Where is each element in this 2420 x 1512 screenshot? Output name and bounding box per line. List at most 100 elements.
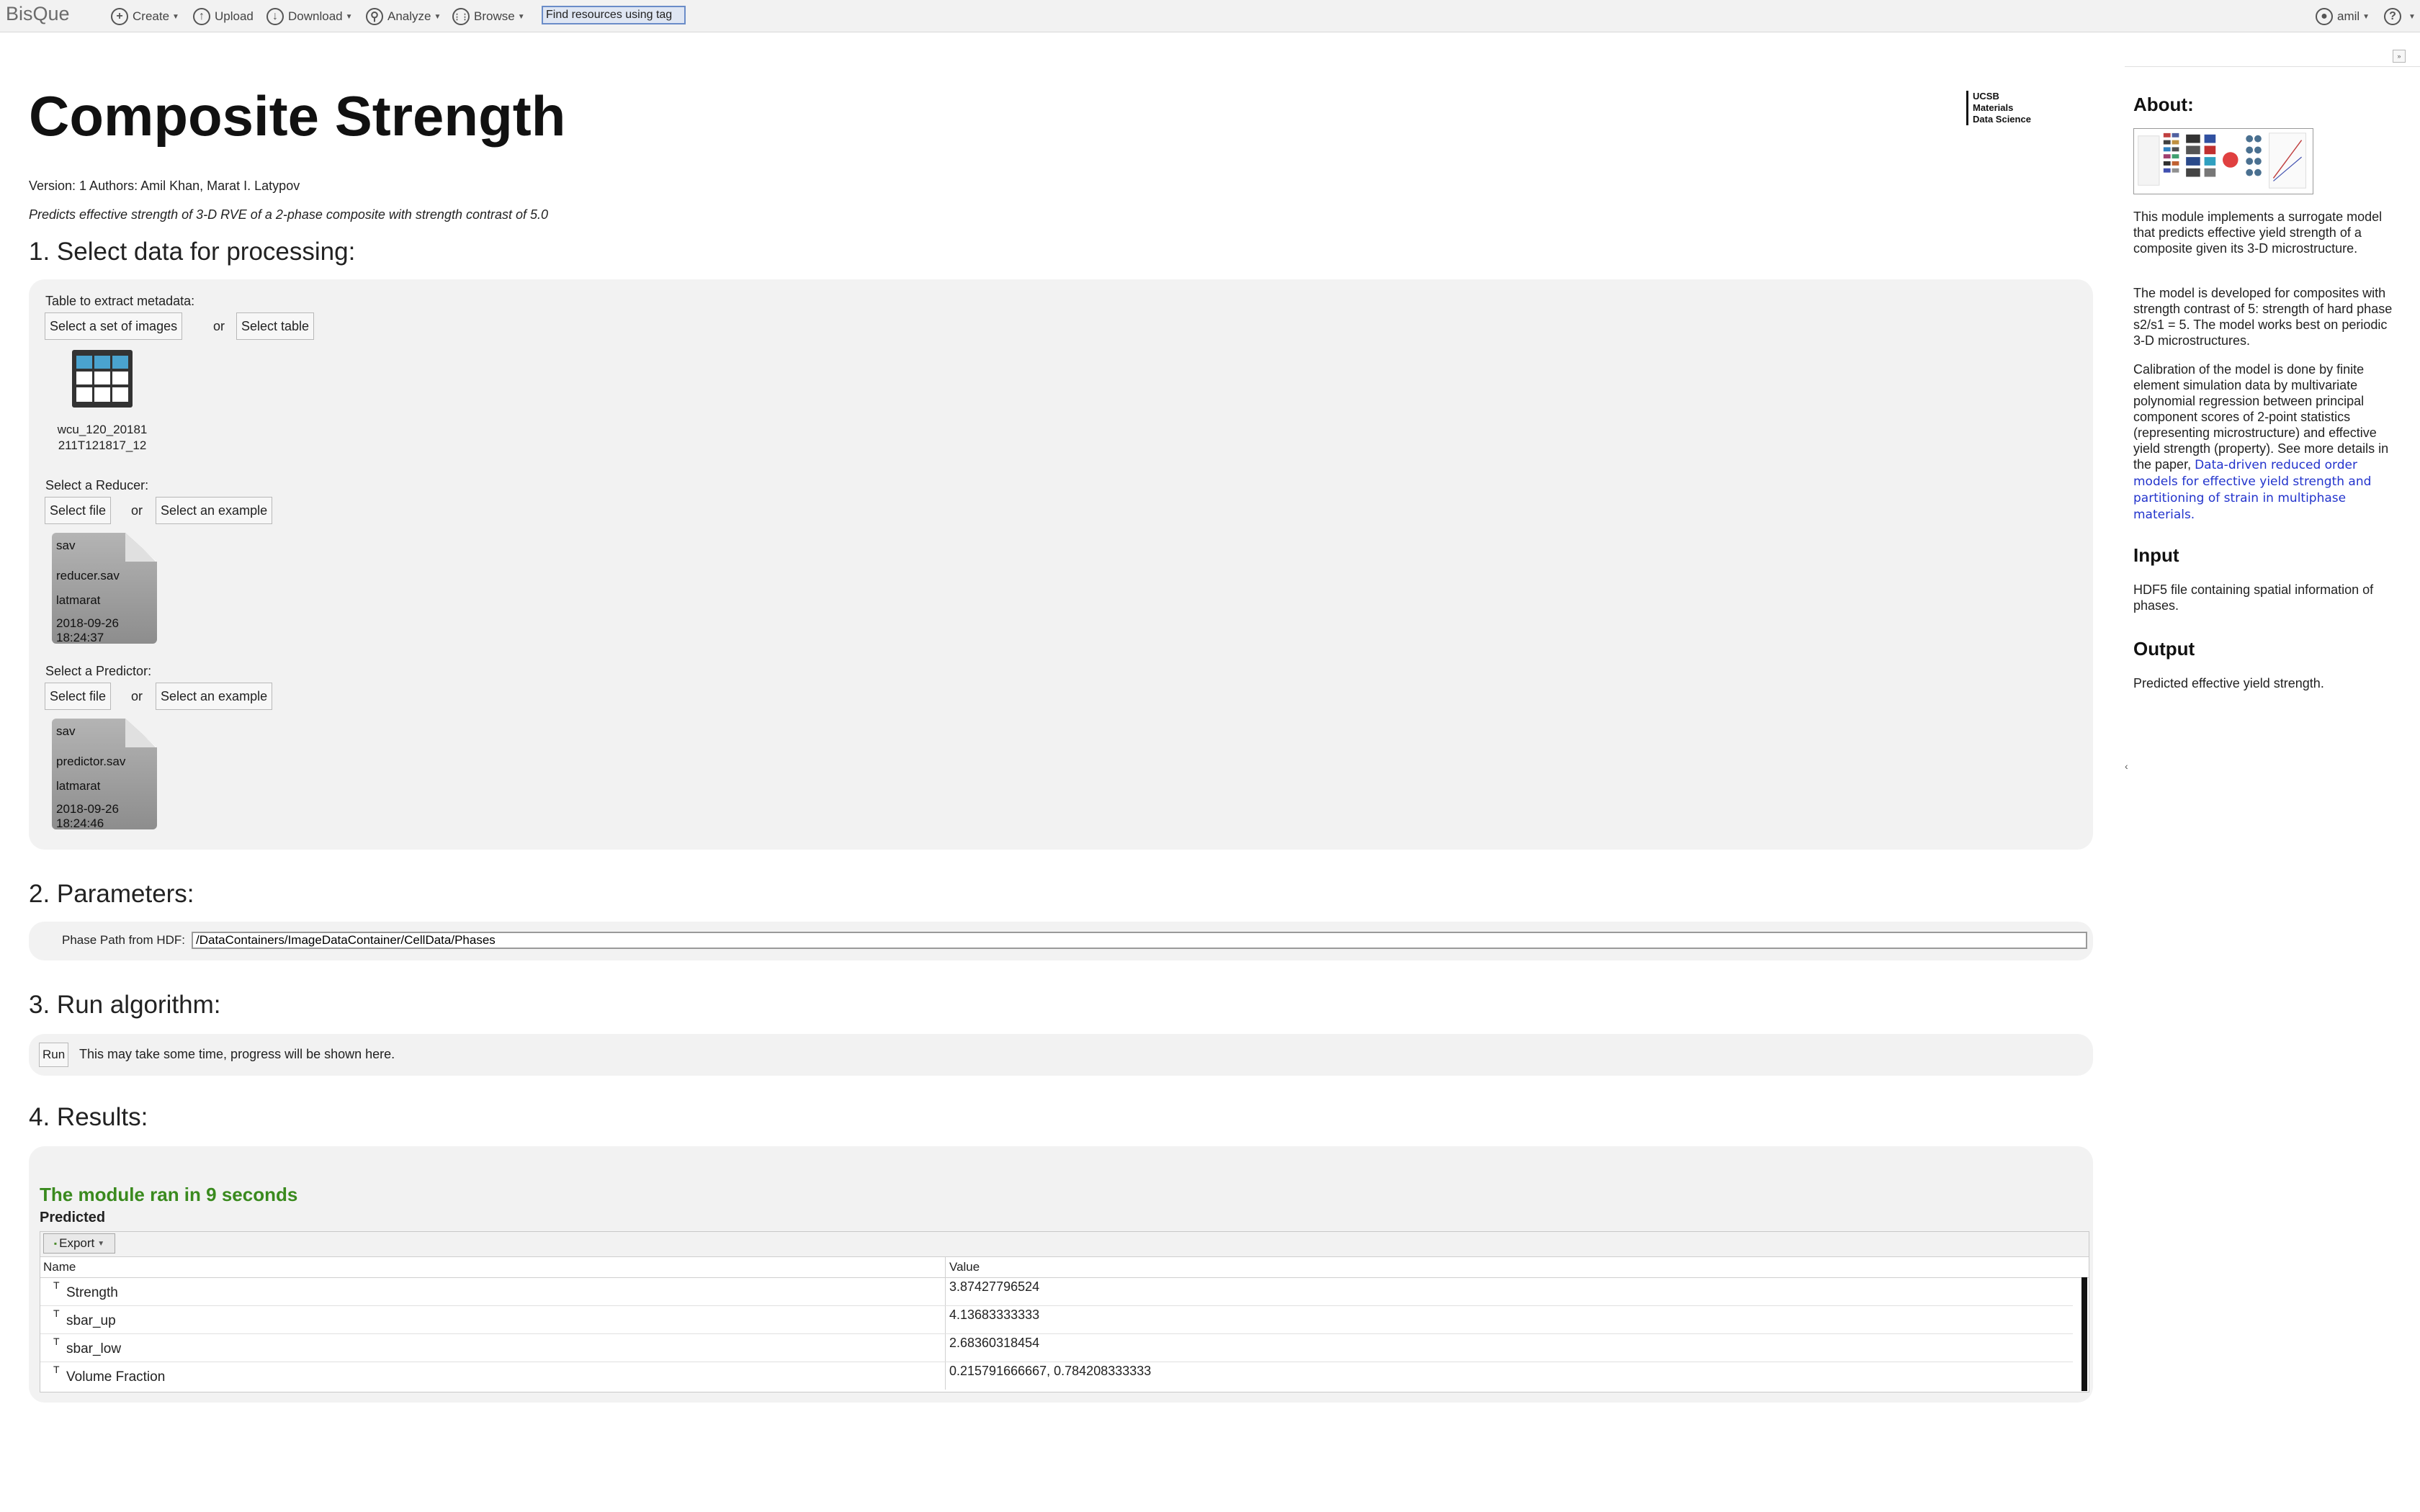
- export-label: Export: [59, 1236, 95, 1250]
- about-sidebar: » ‹ About: This module implements a surr…: [2125, 32, 2420, 1512]
- column-divider: [945, 1306, 946, 1333]
- about-paragraph-text: Calibration of the model is done by fini…: [2133, 362, 2389, 472]
- caret-down-icon: ▼: [2408, 12, 2416, 21]
- table-row[interactable]: T sbar_up 4.13683333333: [40, 1306, 2073, 1334]
- logo-line: UCSB: [1973, 91, 1999, 102]
- file-name: reducer.sav: [56, 569, 120, 582]
- help-menu[interactable]: ? ▼: [2384, 6, 2416, 27]
- predicted-table-title: Predicted: [40, 1210, 106, 1225]
- analyze-menu[interactable]: ⚲ Analyze ▼: [366, 6, 441, 27]
- about-heading: About:: [2133, 94, 2194, 115]
- row-name: Strength: [66, 1285, 118, 1300]
- column-divider: [945, 1278, 946, 1305]
- input-description: HDF5 file containing spatial information…: [2133, 582, 2374, 613]
- file-date: 2018-09-26: [56, 616, 119, 630]
- output-heading: Output: [2133, 638, 2195, 660]
- user-icon: ●: [2316, 8, 2333, 25]
- upload-button[interactable]: ↑ Upload: [193, 6, 254, 27]
- caret-down-icon: ▼: [172, 12, 179, 21]
- or-label: or: [131, 503, 143, 518]
- or-label: or: [131, 689, 143, 703]
- page-fold-icon: [125, 533, 157, 562]
- export-icon: ▪: [53, 1238, 58, 1248]
- about-thumbnail-image[interactable]: [2133, 128, 2313, 194]
- reducer-select-file-button[interactable]: Select file: [45, 497, 112, 524]
- user-menu[interactable]: ● amil ▼: [2316, 6, 2370, 27]
- column-header-name[interactable]: Name: [43, 1260, 76, 1274]
- input-heading: Input: [2133, 544, 2179, 566]
- page-fold-icon: [125, 719, 157, 747]
- about-paragraph: The model is developed for composites wi…: [2133, 286, 2393, 348]
- analyze-label: Analyze: [387, 9, 431, 23]
- section-parameters-title: 2. Parameters:: [29, 880, 194, 908]
- module-description: Predicts effective strength of 3-D RVE o…: [29, 207, 549, 222]
- export-button[interactable]: ▪ Export ▼: [43, 1233, 115, 1254]
- page-title: Composite Strength: [29, 84, 566, 148]
- grid-header: Name Value: [40, 1257, 2089, 1278]
- reducer-file-card[interactable]: sav reducer.sav latmarat 2018-09-26 18:2…: [52, 533, 157, 644]
- table-thumbnail-name: wcu_120_20181 211T121817_12: [45, 422, 160, 454]
- file-time: 18:24:37: [56, 631, 104, 644]
- parameters-panel: Phase Path from HDF:: [29, 922, 2093, 960]
- file-ext: sav: [56, 539, 76, 552]
- bisque-logo[interactable]: BisQue: [6, 3, 70, 25]
- caret-down-icon: ▼: [517, 12, 525, 21]
- row-name: Volume Fraction: [66, 1369, 166, 1385]
- section-results-title: 4. Results:: [29, 1103, 148, 1131]
- phase-path-input[interactable]: [192, 932, 2087, 949]
- grid-scrollbar[interactable]: [2081, 1277, 2087, 1391]
- text-type-icon: T: [53, 1364, 60, 1375]
- logo-line: Data Science: [1973, 114, 2031, 125]
- table-row[interactable]: T Strength 3.87427796524: [40, 1278, 2073, 1306]
- upload-icon: ↑: [193, 8, 210, 25]
- grid-icon: ⋮⋮: [452, 8, 470, 25]
- browse-menu[interactable]: ⋮⋮ Browse ▼: [452, 6, 525, 27]
- text-type-icon: T: [53, 1308, 60, 1319]
- run-status-message: The module ran in 9 seconds: [40, 1184, 298, 1205]
- section-run-title: 3. Run algorithm:: [29, 991, 221, 1019]
- file-owner: latmarat: [56, 779, 101, 793]
- table-row[interactable]: T sbar_low 2.68360318454: [40, 1334, 2073, 1362]
- sidebar-splitter-handle[interactable]: ‹: [2125, 760, 2128, 772]
- column-header-value[interactable]: Value: [949, 1260, 980, 1274]
- text-type-icon: T: [53, 1279, 60, 1291]
- caret-down-icon: ▼: [345, 12, 353, 21]
- download-label: Download: [288, 9, 343, 23]
- about-paragraph: Calibration of the model is done by fini…: [2133, 361, 2400, 523]
- analyze-icon: ⚲: [366, 8, 383, 25]
- user-label: amil: [2337, 9, 2360, 23]
- phase-path-label: Phase Path from HDF:: [62, 933, 186, 947]
- select-images-button[interactable]: Select a set of images: [45, 312, 183, 340]
- table-row[interactable]: T Volume Fraction 0.215791666667, 0.7842…: [40, 1362, 2073, 1390]
- search-input[interactable]: [542, 6, 686, 24]
- run-button[interactable]: Run: [39, 1043, 69, 1067]
- module-main: Composite Strength UCSB Materials Data S…: [0, 32, 2125, 1512]
- run-note: This may take some time, progress will b…: [79, 1047, 395, 1061]
- text-type-icon: T: [53, 1336, 60, 1347]
- caret-down-icon: ▼: [97, 1239, 105, 1248]
- about-paragraph: This module implements a surrogate model…: [2133, 210, 2383, 256]
- row-name: sbar_low: [66, 1341, 122, 1356]
- reducer-select-example-button[interactable]: Select an example: [156, 497, 273, 524]
- results-panel: The module ran in 9 seconds Predicted ▪ …: [29, 1146, 2093, 1403]
- predictor-file-card[interactable]: sav predictor.sav latmarat 2018-09-26 18…: [52, 719, 157, 829]
- predictor-select-example-button[interactable]: Select an example: [156, 683, 273, 710]
- row-value: 3.87427796524: [949, 1279, 1040, 1294]
- row-value: 2.68360318454: [949, 1336, 1040, 1350]
- download-menu[interactable]: ↓ Download ▼: [266, 6, 353, 27]
- table-thumbnail-icon[interactable]: [71, 348, 134, 409]
- column-divider: [945, 1334, 946, 1362]
- select-table-button[interactable]: Select table: [236, 312, 315, 340]
- select-data-panel: Table to extract metadata: Select a set …: [29, 279, 2093, 850]
- download-icon: ↓: [266, 8, 284, 25]
- file-ext: sav: [56, 724, 76, 738]
- create-menu[interactable]: + Create ▼: [111, 6, 179, 27]
- help-icon: ?: [2384, 8, 2401, 25]
- caret-down-icon: ▼: [2362, 12, 2370, 21]
- predictor-label: Select a Predictor:: [45, 664, 152, 678]
- file-owner: latmarat: [56, 593, 101, 607]
- file-time: 18:24:46: [56, 816, 104, 830]
- collapse-sidebar-icon[interactable]: »: [2393, 50, 2406, 63]
- predictor-select-file-button[interactable]: Select file: [45, 683, 112, 710]
- upload-label: Upload: [215, 9, 254, 23]
